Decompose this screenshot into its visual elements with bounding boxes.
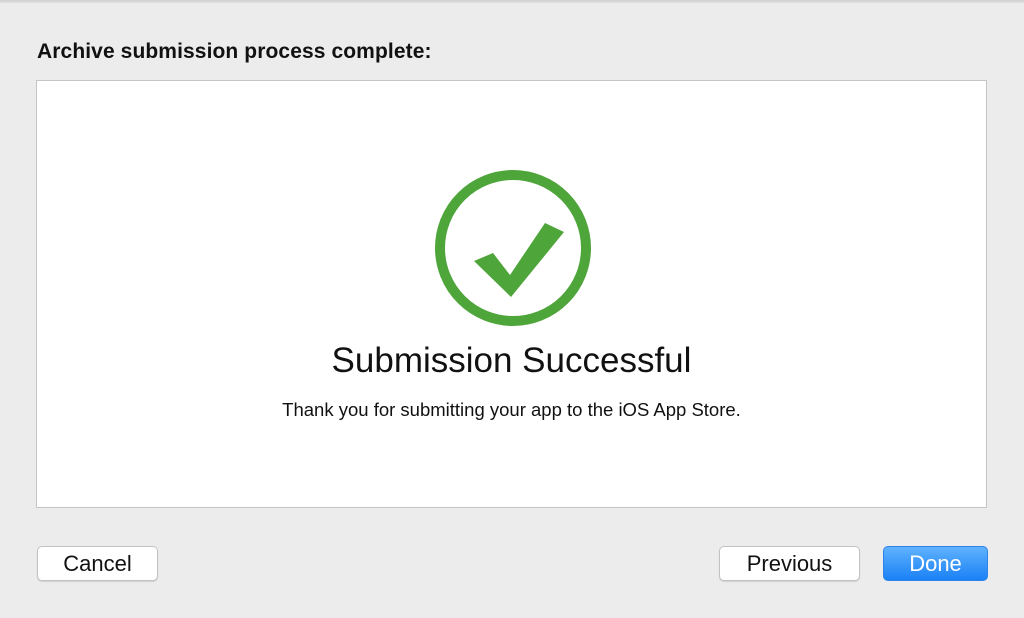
checkmark-circle-icon (435, 170, 591, 326)
cancel-button[interactable]: Cancel (37, 546, 158, 581)
result-panel: Submission Successful Thank you for subm… (36, 80, 987, 508)
status-message: Thank you for submitting your app to the… (282, 399, 741, 420)
previous-button[interactable]: Previous (719, 546, 860, 581)
done-button[interactable]: Done (883, 546, 988, 581)
status-title: Submission Successful (331, 341, 692, 380)
window-top-edge (0, 0, 1024, 3)
page-title: Archive submission process complete: (37, 40, 432, 63)
